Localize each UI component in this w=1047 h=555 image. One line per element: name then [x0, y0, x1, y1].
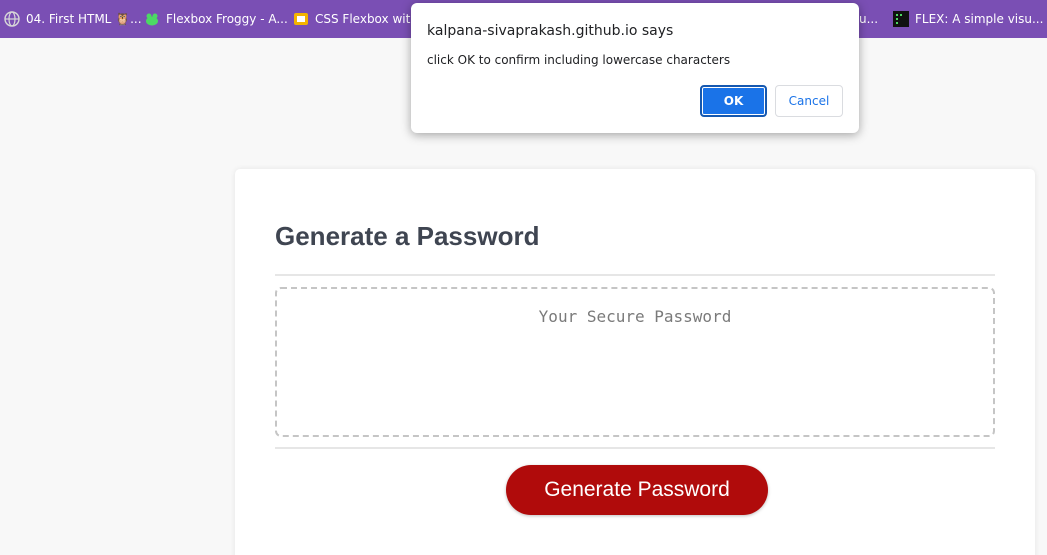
- generate-password-button[interactable]: Generate Password: [506, 465, 768, 515]
- slides-icon: [293, 11, 309, 27]
- bookmark-label: u...: [859, 12, 879, 26]
- alert-dialog: kalpana-sivaprakash.github.io says click…: [411, 3, 859, 133]
- bookmark-label: CSS Flexbox with C: [315, 12, 411, 26]
- globe-icon: [4, 11, 20, 27]
- bookmark-flexbox-froggy[interactable]: Flexbox Froggy - A...: [144, 0, 288, 38]
- card-divider-top: [275, 274, 995, 276]
- card-divider-bottom: [275, 447, 995, 449]
- password-card: Generate a Password Generate Password: [235, 169, 1035, 555]
- dialog-message: click OK to confirm including lowercase …: [427, 53, 731, 67]
- password-output[interactable]: [275, 287, 995, 437]
- bookmark-css-flexbox[interactable]: CSS Flexbox with C: [293, 0, 411, 38]
- frog-icon: [144, 11, 160, 27]
- grid-icon: [893, 11, 909, 27]
- ok-button[interactable]: OK: [700, 85, 767, 117]
- page-title: Generate a Password: [275, 221, 540, 251]
- bookmark-first-html[interactable]: 04. First HTML 🦉...: [4, 0, 142, 38]
- bookmark-hidden[interactable]: u...: [859, 0, 879, 38]
- bookmark-flex-visual[interactable]: FLEX: A simple visu...: [893, 0, 1043, 38]
- cancel-button[interactable]: Cancel: [775, 85, 843, 117]
- bookmark-label: 04. First HTML 🦉...: [26, 12, 142, 26]
- dialog-title: kalpana-sivaprakash.github.io says: [427, 23, 674, 39]
- bookmark-label: Flexbox Froggy - A...: [166, 12, 288, 26]
- bookmark-label: FLEX: A simple visu...: [915, 12, 1044, 26]
